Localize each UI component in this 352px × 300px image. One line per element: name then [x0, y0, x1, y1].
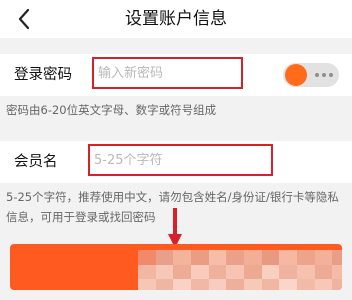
login-password-input[interactable]: [92, 57, 243, 89]
member-name-row: 会员名: [0, 141, 352, 183]
toggle-knob: [285, 64, 307, 86]
password-visibility-toggle[interactable]: [283, 63, 339, 87]
member-name-label: 会员名: [14, 154, 58, 170]
password-hint: 密码由6-20位英文字母、数字或符号组成: [6, 103, 217, 117]
member-name-input[interactable]: [88, 144, 273, 176]
down-arrow-annotation-icon: [168, 208, 182, 248]
obscured-button-label: [138, 250, 342, 290]
more-dots-icon: [315, 73, 333, 77]
submit-button[interactable]: [10, 244, 342, 290]
header-bar: 设置账户信息: [0, 0, 352, 38]
page-title: 设置账户信息: [125, 9, 227, 29]
login-password-row: 登录密码: [0, 54, 352, 96]
login-password-label: 登录密码: [14, 67, 72, 83]
